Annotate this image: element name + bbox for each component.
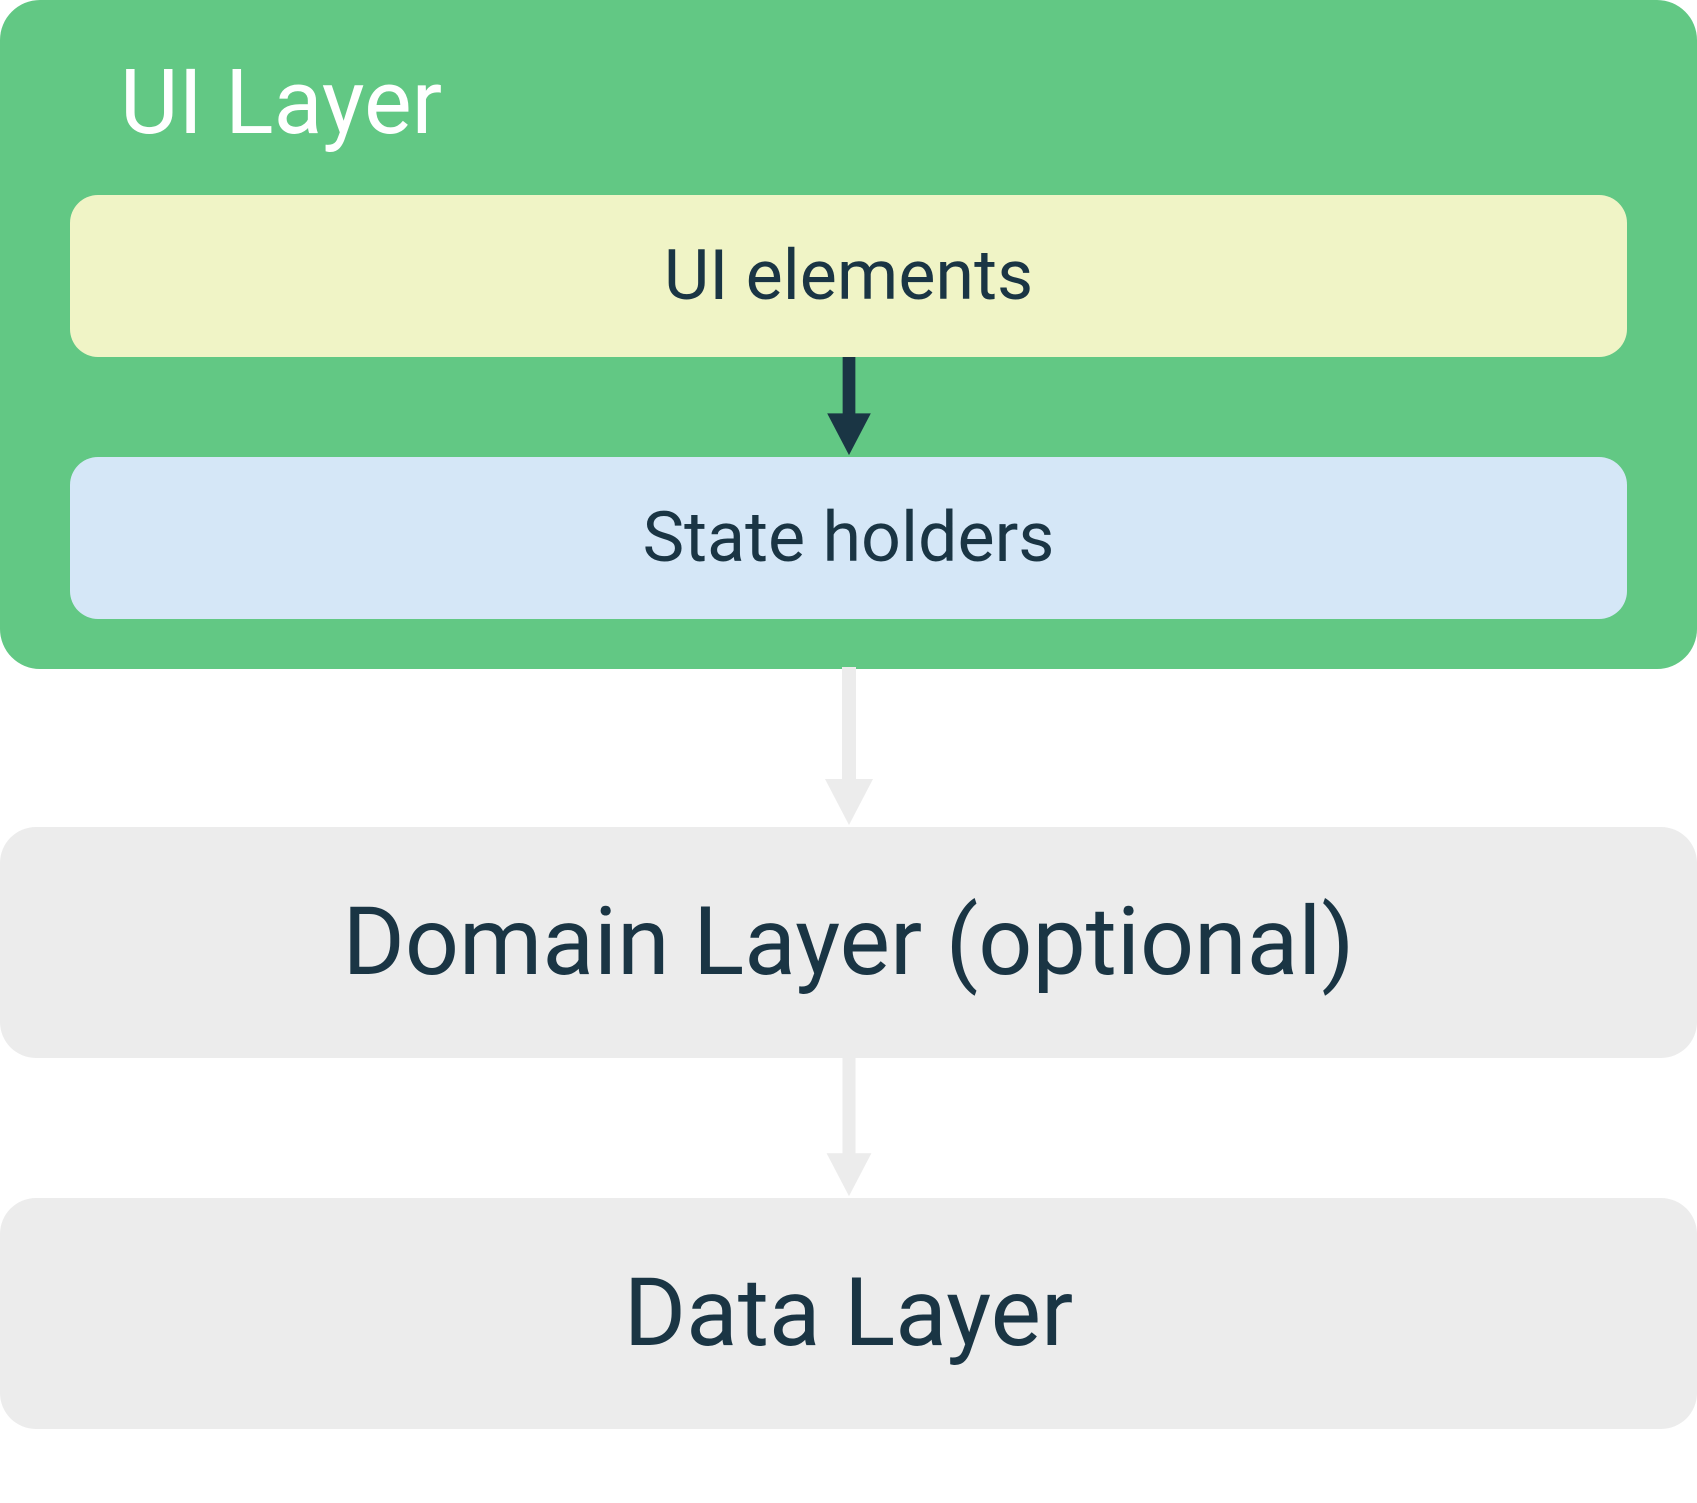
domain-layer-label: Domain Layer (optional)	[343, 887, 1355, 998]
data-layer-label: Data Layer	[624, 1258, 1073, 1369]
connector-ui-to-domain	[819, 667, 879, 827]
architecture-diagram: UI Layer UI elements State holders Domai…	[0, 0, 1697, 1429]
ui-layer-container: UI Layer UI elements State holders	[0, 0, 1697, 669]
data-layer-box: Data Layer	[0, 1198, 1697, 1429]
arrow-down-icon	[819, 357, 879, 457]
ui-elements-box: UI elements	[70, 195, 1627, 357]
ui-layer-title: UI Layer	[120, 50, 1627, 155]
arrow-domain-to-data	[819, 1058, 879, 1198]
ui-elements-label: UI elements	[664, 235, 1033, 317]
arrow-ui-to-state	[70, 357, 1627, 457]
domain-layer-box: Domain Layer (optional)	[0, 827, 1697, 1058]
state-holders-box: State holders	[70, 457, 1627, 619]
state-holders-label: State holders	[643, 497, 1055, 579]
arrow-down-icon	[819, 667, 879, 827]
arrow-down-icon	[819, 1058, 879, 1198]
